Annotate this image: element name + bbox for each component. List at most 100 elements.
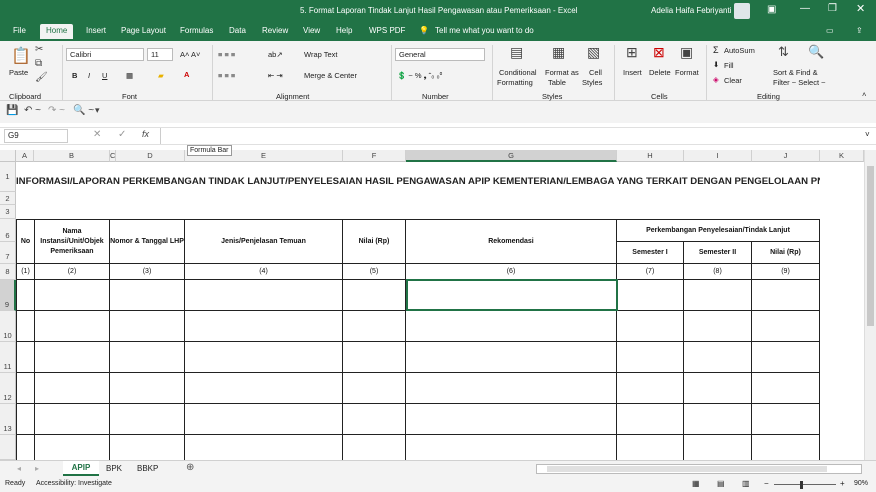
zoom-in-icon[interactable]: + xyxy=(840,479,845,488)
align-left-icon[interactable]: ≡ ≡ ≡ xyxy=(218,71,235,80)
row-header-3[interactable]: 3 xyxy=(0,205,16,219)
share-icon[interactable]: ⇪ xyxy=(856,26,863,35)
tab-insert[interactable]: Insert xyxy=(86,26,106,35)
table-cell[interactable] xyxy=(617,311,684,342)
font-size-select[interactable]: 11 xyxy=(147,48,173,61)
conditional-formatting-icon[interactable]: ▤ xyxy=(510,44,523,61)
table-cell[interactable] xyxy=(110,435,185,460)
table-cell[interactable] xyxy=(406,373,617,404)
tab-data[interactable]: Data xyxy=(229,26,246,35)
row-header-10[interactable]: 10 xyxy=(0,311,16,342)
page-break-view-icon[interactable]: ▥ xyxy=(742,479,750,488)
table-cell[interactable] xyxy=(17,373,35,404)
italic-button[interactable]: I xyxy=(88,71,90,80)
collapse-ribbon-icon[interactable]: ˄ xyxy=(862,90,866,99)
table-cell[interactable] xyxy=(752,373,820,404)
tab-help[interactable]: Help xyxy=(336,26,352,35)
table-cell[interactable] xyxy=(35,373,110,404)
table-cell[interactable] xyxy=(343,404,406,435)
idx-cell[interactable]: (8) xyxy=(684,264,752,280)
table-cell[interactable] xyxy=(617,435,684,460)
save-icon[interactable]: 💾 xyxy=(6,105,18,116)
expand-formula-icon[interactable]: ˅ xyxy=(865,130,870,139)
clear-button[interactable]: Clear xyxy=(724,76,742,85)
table-cell[interactable] xyxy=(110,373,185,404)
table-cell[interactable] xyxy=(35,404,110,435)
row-header-14[interactable] xyxy=(0,435,16,460)
vertical-scrollbar[interactable] xyxy=(864,150,876,460)
formula-input[interactable] xyxy=(160,128,864,144)
header-nama-instansi[interactable]: Nama Instansi/Unit/Objek Pemeriksaan xyxy=(35,220,110,264)
tab-home[interactable]: Home xyxy=(40,24,74,39)
wrap-text-button[interactable]: Wrap Text xyxy=(304,50,338,59)
autosum-icon[interactable]: Σ xyxy=(713,45,719,55)
table-cell[interactable] xyxy=(185,342,343,373)
next-sheet-icon[interactable]: ▸ xyxy=(35,464,39,473)
print-preview-icon[interactable]: 🔍 ~ xyxy=(73,105,94,116)
idx-cell[interactable]: (7) xyxy=(617,264,684,280)
number-format-select[interactable]: General xyxy=(395,48,485,61)
tab-review[interactable]: Review xyxy=(262,26,288,35)
paste-button[interactable]: Paste xyxy=(9,68,28,77)
table-cell[interactable] xyxy=(684,280,752,311)
table-cell[interactable] xyxy=(185,404,343,435)
header-semester-2[interactable]: Semester II xyxy=(684,242,752,264)
col-header-k[interactable]: K xyxy=(820,150,864,162)
select-all-corner[interactable] xyxy=(0,150,16,162)
row-header-13[interactable]: 13 xyxy=(0,404,16,435)
col-header-f[interactable]: F xyxy=(343,150,406,162)
table-cell[interactable] xyxy=(343,280,406,311)
comments-icon[interactable]: ▭ xyxy=(826,26,834,35)
header-nomor-lhp[interactable]: Nomor & Tanggal LHP xyxy=(110,220,185,264)
format-cells-button[interactable]: Format xyxy=(675,68,699,77)
col-header-a[interactable]: A xyxy=(16,150,34,162)
idx-cell[interactable]: (6) xyxy=(406,264,617,280)
cell-styles-button[interactable]: Cell xyxy=(589,68,602,77)
table-cell[interactable] xyxy=(752,404,820,435)
row-header-7[interactable]: 7 xyxy=(0,242,16,264)
insert-cells-button[interactable]: Insert xyxy=(623,68,642,77)
col-header-g[interactable]: G xyxy=(406,150,617,162)
header-nilai[interactable]: Nilai (Rp) xyxy=(343,220,406,264)
zoom-slider-thumb[interactable] xyxy=(800,481,803,489)
table-cell[interactable] xyxy=(617,404,684,435)
zoom-out-icon[interactable]: − xyxy=(764,479,769,488)
sheet-tab-bbkp[interactable]: BBKP xyxy=(137,464,158,473)
row-header-8[interactable]: 8 xyxy=(0,264,16,280)
align-top-icon[interactable]: ≡ ≡ ≡ xyxy=(218,50,235,59)
cut-icon[interactable]: ✂ xyxy=(35,44,43,55)
cancel-icon[interactable]: ✕ xyxy=(93,129,101,140)
table-cell[interactable] xyxy=(684,435,752,460)
name-box[interactable]: G9 xyxy=(4,129,68,143)
table-cell[interactable] xyxy=(110,311,185,342)
tab-file[interactable]: File xyxy=(13,26,26,35)
table-cell[interactable] xyxy=(110,342,185,373)
tab-view[interactable]: View xyxy=(303,26,320,35)
row-header-11[interactable]: 11 xyxy=(0,342,16,373)
row-header-12[interactable]: 12 xyxy=(0,373,16,404)
font-color-icon[interactable]: A xyxy=(184,70,189,79)
header-no[interactable]: No xyxy=(17,220,35,264)
table-cell[interactable] xyxy=(617,280,684,311)
table-cell[interactable] xyxy=(110,280,185,311)
col-header-d[interactable]: D xyxy=(116,150,185,162)
accounting-icon[interactable]: 💲 ~ % ❟ ⁺₀ ₀⁰ xyxy=(397,71,442,81)
fill-icon[interactable]: ⬇ xyxy=(713,60,719,69)
ribbon-display-icon[interactable]: ▣ xyxy=(767,4,776,15)
sort-filter-icon[interactable]: ⇅ xyxy=(778,44,789,60)
copy-icon[interactable]: ⧉ xyxy=(35,58,42,69)
header-semester-1[interactable]: Semester I xyxy=(617,242,684,264)
format-as-table-button[interactable]: Format as xyxy=(545,68,579,77)
table-cell[interactable] xyxy=(406,404,617,435)
table-cell[interactable] xyxy=(110,404,185,435)
accessibility-status[interactable]: Accessibility: Investigate xyxy=(36,480,112,487)
table-cell[interactable] xyxy=(343,311,406,342)
underline-button[interactable]: U xyxy=(102,71,107,80)
customize-qat-icon[interactable]: ▾ xyxy=(95,105,100,116)
row-header-2[interactable]: 2 xyxy=(0,192,16,205)
table-cell[interactable] xyxy=(17,404,35,435)
table-cell[interactable] xyxy=(35,311,110,342)
format-as-table-sub[interactable]: Table xyxy=(548,78,566,87)
hscroll-thumb[interactable] xyxy=(547,466,827,472)
idx-cell[interactable]: (4) xyxy=(185,264,343,280)
